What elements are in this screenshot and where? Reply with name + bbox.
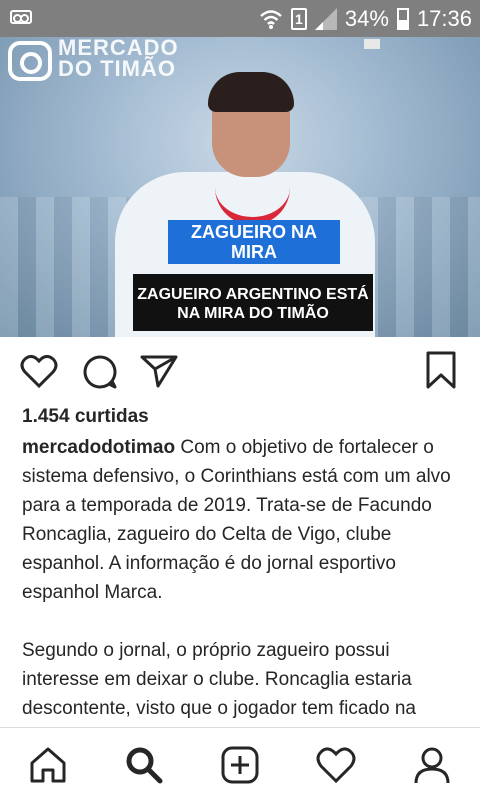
comment-icon[interactable] (82, 354, 118, 390)
image-logo-text: MERCADO DO TIMÃO (58, 37, 179, 81)
share-icon[interactable] (140, 354, 178, 388)
clock: 17:36 (416, 5, 472, 31)
signal-icon (314, 7, 337, 30)
image-artifact (364, 39, 380, 49)
sim-number: 1 (294, 10, 303, 27)
headline-tag-black: ZAGUEIRO ARGENTINO ESTÁ NA MIRA DO TIMÃO (133, 274, 373, 331)
profile-icon[interactable] (412, 745, 452, 785)
caption-text-1: Com o objetivo de fortalecer o sistema d… (22, 437, 451, 603)
post-image[interactable]: MERCADO DO TIMÃO ZAGUEIRO NA MIRA ZAGUEI… (0, 37, 480, 337)
status-bar: 1 34% 17:36 (0, 0, 480, 37)
voicemail-icon (10, 10, 32, 24)
player-hair (208, 72, 294, 112)
home-icon[interactable] (28, 745, 68, 785)
sim-icon: 1 (290, 7, 307, 30)
battery-icon (396, 7, 409, 30)
caption-username[interactable]: mercadodotimao (22, 437, 175, 458)
add-icon[interactable] (220, 745, 260, 785)
heart-icon[interactable] (20, 353, 58, 389)
caption-paragraph-1: mercadodotimao Com o objetivo de fortale… (22, 433, 462, 607)
search-icon[interactable] (124, 745, 164, 785)
bottom-navigation (0, 727, 480, 801)
headline-tag-blue: ZAGUEIRO NA MIRA (168, 220, 340, 264)
wifi-icon (260, 9, 282, 29)
activity-icon[interactable] (316, 745, 356, 785)
post-actions (0, 337, 480, 407)
instagram-logo-icon (8, 41, 52, 81)
battery-percentage: 34% (344, 5, 389, 31)
bookmark-icon[interactable] (425, 351, 457, 389)
likes-count[interactable]: 1.454 curtidas (22, 406, 149, 428)
